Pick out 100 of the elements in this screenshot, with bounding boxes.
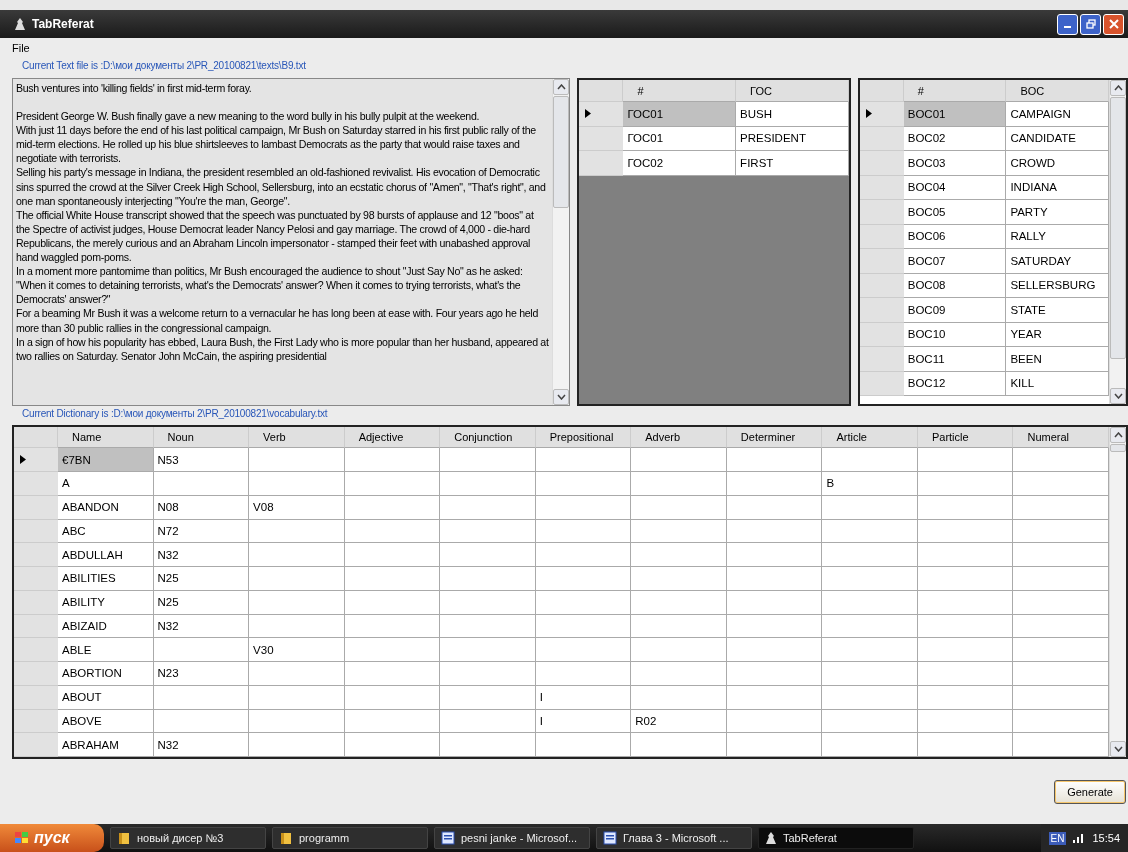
row-header[interactable] — [14, 448, 58, 472]
row-header[interactable] — [859, 200, 904, 225]
table-cell: FIRST — [736, 151, 849, 176]
restore-button[interactable] — [1080, 13, 1101, 35]
table-cell: CROWD — [1006, 151, 1109, 176]
taskbar-item[interactable]: TabReferat — [758, 827, 914, 849]
row-header[interactable] — [859, 126, 904, 151]
column-header[interactable]: Noun — [153, 427, 250, 449]
table-cell: BOC07 — [903, 249, 1007, 274]
row-header[interactable] — [859, 298, 904, 323]
scroll-thumb[interactable] — [553, 96, 570, 208]
column-header[interactable]: # — [903, 80, 1007, 102]
column-header[interactable]: Numeral — [1013, 427, 1109, 449]
table-cell: I — [535, 709, 632, 734]
table-cell: ABLE — [58, 638, 154, 662]
row-header[interactable] — [579, 102, 624, 127]
table-cell: N08 — [153, 495, 250, 520]
taskbar-item[interactable]: Глава 3 - Microsoft ... — [596, 827, 752, 849]
table-cell: BOC06 — [903, 224, 1007, 249]
table-cell: ГОС02 — [623, 151, 737, 176]
menu-item[interactable]: File — [0, 42, 42, 54]
scroll-up-icon[interactable] — [553, 79, 570, 95]
column-header[interactable]: # — [623, 80, 737, 102]
table-cell: ГОС01 — [623, 102, 737, 127]
table-cell: N25 — [153, 590, 250, 615]
column-header[interactable]: Conjunction — [440, 427, 536, 449]
generate-button[interactable]: Generate — [1054, 779, 1126, 804]
language-indicator[interactable]: EN — [1048, 831, 1067, 845]
taskbar-item[interactable]: новый дисер №3 — [110, 827, 266, 849]
table-cell: BOC12 — [903, 371, 1007, 396]
window-title: TabReferat — [32, 17, 95, 31]
table-cell: ABIZAID — [58, 614, 154, 639]
column-header[interactable]: Adjective — [344, 427, 441, 449]
row-header[interactable] — [859, 273, 904, 298]
figure-icon — [765, 831, 777, 845]
column-header[interactable]: Article — [822, 427, 918, 449]
close-button[interactable] — [1103, 13, 1124, 35]
scroll-thumb[interactable] — [1110, 97, 1126, 359]
scroll-up-icon[interactable] — [1110, 80, 1126, 96]
table-cell: SATURDAY — [1006, 249, 1109, 274]
scroll-down-icon[interactable] — [1110, 388, 1126, 404]
table-cell: ABANDON — [58, 495, 154, 520]
table-cell: BOC04 — [903, 175, 1007, 200]
table-cell: N32 — [153, 614, 250, 639]
column-header[interactable]: Adverb — [631, 427, 727, 449]
scroll-thumb[interactable] — [1110, 444, 1126, 452]
table-cell: KILL — [1006, 371, 1109, 396]
scrollbar[interactable] — [1109, 427, 1126, 757]
table-cell: BUSH — [736, 102, 849, 127]
document-icon — [441, 831, 455, 845]
column-header[interactable]: BOC — [1006, 80, 1109, 102]
scroll-up-icon[interactable] — [1110, 427, 1126, 443]
scrollbar[interactable] — [1109, 80, 1126, 404]
document-icon — [603, 831, 617, 845]
column-header[interactable]: Determiner — [726, 427, 823, 449]
taskbar-item[interactable]: programm — [272, 827, 428, 849]
scroll-down-icon[interactable] — [1110, 741, 1126, 757]
row-header[interactable] — [859, 322, 904, 347]
table-cell: R02 — [631, 709, 727, 734]
row-header[interactable] — [859, 347, 904, 372]
column-header[interactable]: ГОС — [736, 80, 849, 102]
table-cell: ABORTION — [58, 662, 154, 686]
column-header[interactable]: Prepositional — [535, 427, 632, 449]
figure-icon — [14, 17, 26, 31]
table-cell: BOC09 — [903, 298, 1007, 323]
table-cell: PARTY — [1006, 200, 1109, 225]
windows-flag-icon — [14, 831, 30, 845]
table-cell: N53 — [153, 448, 250, 472]
row-header[interactable] — [859, 371, 904, 396]
scrollbar[interactable] — [552, 79, 570, 405]
table-cell: BEEN — [1006, 347, 1109, 372]
table-cell: ABILITY — [58, 590, 154, 615]
table-cell: N23 — [153, 662, 250, 686]
paragraph: The official White House transcript showed that the speech was punctuated by 98 bursts of applause and 12 "boos" at the Spectre of activist judges, House Democrat leader Nancy Pelosi and gay marriage. The crowd of 4,000 - die-hard Republicans, the merely curious and an Abraham Lincoln impersonator - stamped their feet with unabashed approval hand waggled pom-poms. — [16, 207, 535, 265]
corner-header[interactable] — [859, 80, 904, 102]
row-header[interactable] — [859, 175, 904, 200]
table-cell: ABOVE — [58, 709, 154, 734]
row-header[interactable] — [859, 102, 904, 127]
paragraph: With just 11 days before the end of his last political campaign, Mr Bush on Saturday starred in his first public rally of the mid-term elections. He rolled up his blue shirtsleeves to lambast Democrats as the party that would raise taxes and negotiate with terrorists. — [16, 123, 537, 166]
row-header[interactable] — [859, 151, 904, 176]
column-header[interactable]: Name — [58, 427, 154, 449]
column-header[interactable]: Particle — [917, 427, 1014, 449]
table-cell: V08 — [249, 495, 345, 520]
row-header[interactable] — [859, 249, 904, 274]
table-cell: V30 — [249, 638, 345, 662]
table-cell: YEAR — [1006, 322, 1109, 347]
text-area[interactable] — [12, 78, 571, 406]
table-cell: I — [535, 685, 632, 710]
taskbar-item[interactable]: pesni janke - Microsof... — [434, 827, 590, 849]
current-row-icon — [865, 109, 872, 119]
table-cell: €7BN — [58, 448, 154, 472]
table-cell: N72 — [153, 519, 250, 544]
folder-icon — [117, 831, 131, 845]
minimize-button[interactable] — [1057, 13, 1078, 35]
close-icon — [1108, 19, 1119, 29]
scroll-down-icon[interactable] — [553, 389, 570, 405]
column-header[interactable]: Verb — [249, 427, 345, 449]
table-cell: N25 — [153, 567, 250, 591]
table-cell: STATE — [1006, 298, 1109, 323]
row-header[interactable] — [859, 224, 904, 249]
